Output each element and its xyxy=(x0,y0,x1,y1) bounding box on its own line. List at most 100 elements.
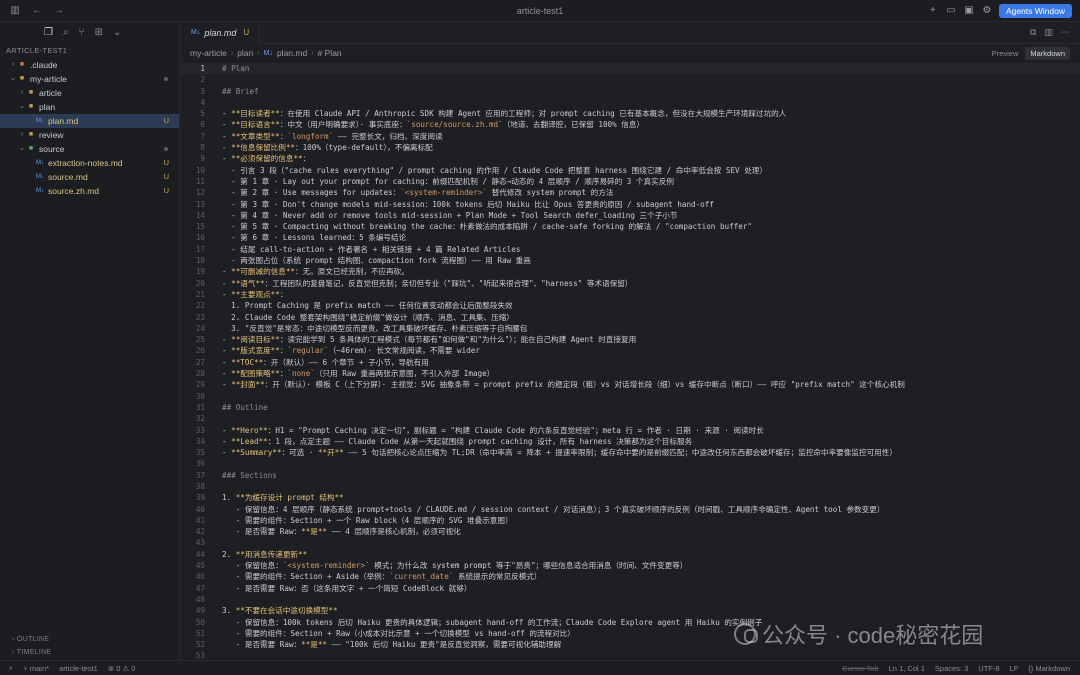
code-line[interactable]: 49 3. **不要在会话中途切换模型** xyxy=(181,605,1080,616)
code-line[interactable]: 5- **目标读者**：在使用 Claude API / Anthropic S… xyxy=(181,108,1080,119)
tree-item[interactable]: M↓ extraction-notes.md U xyxy=(0,156,179,170)
code-line[interactable]: 14 - 第 4 章 · Never add or remove tools m… xyxy=(181,210,1080,221)
code-line[interactable]: 27- **TOC**：开（默认）—— 6 个章节 + 子小节，导航有用 xyxy=(181,357,1080,368)
code-line[interactable]: 38 xyxy=(181,481,1080,492)
breadcrumb-item[interactable]: plan xyxy=(237,48,253,58)
chevron-down-icon[interactable]: ⌄ xyxy=(113,27,121,38)
tree-item[interactable]: › ■ review xyxy=(0,128,179,142)
tree-item[interactable]: M↓ plan.md U xyxy=(0,114,179,128)
code-line[interactable]: 50 - 保留信息：100k tokens 后切 Haiku 更贵的具体逻辑；s… xyxy=(181,617,1080,628)
code-line[interactable]: 4 xyxy=(181,97,1080,108)
tab-plan-md[interactable]: M↓ plan.md U xyxy=(181,21,261,44)
code-line[interactable]: 39 1. **为缓存设计 prompt 结构** xyxy=(181,492,1080,503)
code-line[interactable]: 37 ### Sections xyxy=(181,470,1080,481)
code-line[interactable]: 42 - 是否需要 Raw：**是** —— 4 层顺序是核心机制，必须可视化 xyxy=(181,526,1080,537)
layout-icon[interactable]: ▭ xyxy=(945,5,957,16)
tree-item[interactable]: M↓ source.md U xyxy=(0,170,179,184)
preview-button[interactable]: Preview xyxy=(987,47,1024,60)
code-line[interactable]: 16 - 第 6 章 · Lessons learned：5 条编号结论 xyxy=(181,232,1080,243)
code-line[interactable]: 23 2. Claude Code 整套架构围绕"稳定前缀"做设计（顺序、消息、… xyxy=(181,312,1080,323)
language-mode[interactable]: {} Markdown xyxy=(1028,664,1070,673)
code-line[interactable]: 48 xyxy=(181,594,1080,605)
code-line[interactable]: 35- **Summary**：可选 · **开** —— 5 句话把核心论点压… xyxy=(181,447,1080,458)
code-line[interactable]: 33- **Hero**：H1 = "Prompt Caching 决定一切"，… xyxy=(181,425,1080,436)
code-editor[interactable]: 1 # Plan 2 3 ## Brief 4 5- **目标读者**：在使用 Claude… xyxy=(181,63,1080,660)
extensions-icon[interactable]: ⊞ xyxy=(95,27,103,38)
breadcrumb-item[interactable]: my-article xyxy=(190,48,227,58)
tree-item[interactable]: › ■ article xyxy=(0,86,179,100)
code-line[interactable]: 8- **信息保留比例**：100%（type-default），不偏离标配 xyxy=(181,142,1080,153)
more-icon[interactable]: ⋯ xyxy=(1061,27,1070,38)
code-line[interactable]: 21- **主要观点**： xyxy=(181,289,1080,300)
code-line[interactable]: 15 - 第 5 章 · Compacting without breaking… xyxy=(181,221,1080,232)
code-line[interactable]: 34- **Lead**：1 段，点定主题 —— Claude Code 从第一… xyxy=(181,436,1080,447)
tree-item[interactable]: ⌄ ■ my-article xyxy=(0,72,179,86)
branch-status[interactable]: ⑂ main* xyxy=(23,664,49,673)
code-line[interactable]: 31 ## Outline xyxy=(181,402,1080,413)
code-line[interactable]: 1 # Plan xyxy=(181,63,1080,75)
code-line[interactable]: 24 3. "反直觉"是常态：中途切模型反而更贵、改工具集破坏缓存、朴素压缩等于… xyxy=(181,323,1080,334)
cursor-position[interactable]: Ln 1, Col 1 xyxy=(889,664,925,673)
explorer-root[interactable]: ARTICLE-TEST1 xyxy=(0,44,179,58)
panel-icon[interactable]: ▣ xyxy=(963,5,975,16)
code-line[interactable]: 45 - 保留信息：`<system-reminder>` 模式；为什么改 sy… xyxy=(181,560,1080,571)
breadcrumb-item[interactable]: plan.md xyxy=(277,48,307,58)
code-line[interactable]: 30 xyxy=(181,391,1080,402)
code-line[interactable]: 17 - 结尾 call-to-action + 作者署名 + 相关链接 + 4… xyxy=(181,244,1080,255)
code-line[interactable]: 46 - 需要的组件：Section + Aside（举例：`current_d… xyxy=(181,571,1080,582)
tree-item[interactable]: ⌄ ■ plan xyxy=(0,100,179,114)
code-line[interactable]: 6- **目标语言**：中文（用户明确要求）· 事实底座：`source/sou… xyxy=(181,119,1080,130)
code-line[interactable]: 29- **封面**：开（默认）· 模板 C（上下分屏）· 主视觉：SVG 抽象… xyxy=(181,379,1080,390)
code-line[interactable]: 43 xyxy=(181,537,1080,548)
code-line[interactable]: 3 ## Brief xyxy=(181,86,1080,97)
code-line[interactable]: 11 - 第 1 章 · Lay out your prompt for cac… xyxy=(181,176,1080,187)
code-line[interactable]: 18 - 两张图占位（系统 prompt 结构图、compaction fork… xyxy=(181,255,1080,266)
code-line[interactable]: 53 xyxy=(181,650,1080,660)
git-icon[interactable]: ⑂ xyxy=(79,27,85,38)
breadcrumb-item[interactable]: # Plan xyxy=(318,48,342,58)
back-icon[interactable]: ← xyxy=(30,5,44,16)
settings-icon[interactable]: ⚙ xyxy=(981,5,993,16)
code-line[interactable]: 28- **配图策略**：`none`（只用 Raw 重画两张示意图，不引入外部… xyxy=(181,368,1080,379)
agents-window-button[interactable]: Agents Window xyxy=(998,3,1072,18)
layout-columns-icon[interactable]: ▥ xyxy=(1044,27,1053,38)
code-line[interactable]: 10 - 引言 3 段（"cache rules everything" / p… xyxy=(181,165,1080,176)
code-line[interactable]: 7- **文章类型**：`longform` —— 完整长文，归档、深度阅读 xyxy=(181,131,1080,142)
code-line[interactable]: 36 xyxy=(181,458,1080,469)
cursor-tab-status[interactable]: Cursor Tab xyxy=(842,664,879,673)
code-line[interactable]: 41 - 需要的组件：Section + 一个 Raw block（4 层顺序的… xyxy=(181,515,1080,526)
remote-icon[interactable]: ⚡ xyxy=(8,664,13,673)
sidebar-toggle-icon[interactable]: ▥ xyxy=(8,5,22,16)
code-line[interactable]: 32 xyxy=(181,413,1080,424)
files-icon[interactable]: ❐ xyxy=(44,27,53,38)
code-line[interactable]: 13 - 第 3 章 · Don't change models mid-ses… xyxy=(181,199,1080,210)
add-icon[interactable]: + xyxy=(927,5,939,16)
code-line[interactable]: 26- **版式宽度**：`regular`（~46rem）· 长文常规阅读，不… xyxy=(181,345,1080,356)
split-editor-icon[interactable]: ⧉ xyxy=(1030,27,1036,38)
code-line[interactable]: 20- **语气**：工程团队的复盘笔记，反直觉但克制；亲切但专业（"踩坑"、"… xyxy=(181,278,1080,289)
code-line[interactable]: 19- **可删减的信息**：无。原文已经克制，不应再砍。 xyxy=(181,266,1080,277)
tree-item[interactable]: › ■ .claude xyxy=(0,58,179,72)
code-line[interactable]: 51 - 需要的组件：Section + Raw（小成本对比示意 + 一个切换模… xyxy=(181,628,1080,639)
code-line[interactable]: 25- **阅读目标**：读完能学到 5 条具体的工程模式（每节都有"如何做"和… xyxy=(181,334,1080,345)
code-line[interactable]: 40 - 保留信息：4 层顺序（静态系统 prompt+tools / CLAU… xyxy=(181,504,1080,515)
eol-status[interactable]: LF xyxy=(1010,664,1019,673)
indentation-status[interactable]: Spaces: 3 xyxy=(935,664,968,673)
workspace-status[interactable]: article-test1 xyxy=(59,664,98,673)
code-line[interactable]: 22 1. Prompt Caching 是 prefix match —— 任… xyxy=(181,300,1080,311)
tree-item[interactable]: ⌄ ■ source xyxy=(0,142,179,156)
forward-icon[interactable]: → xyxy=(52,5,66,16)
timeline-section[interactable]: › TIMELINE xyxy=(0,647,180,659)
tree-item[interactable]: M↓ source.zh.md U xyxy=(0,184,179,198)
search-icon[interactable]: ⌕ xyxy=(63,27,69,38)
code-line[interactable]: 12 - 第 2 章 · Use messages for updates：`<… xyxy=(181,187,1080,198)
code-line[interactable]: 52 - 是否需要 Raw：**是** —— "100k 后切 Haiku 更贵… xyxy=(181,639,1080,650)
code-line[interactable]: 44 2. **用消息传递更新** xyxy=(181,549,1080,560)
code-line[interactable]: 2 xyxy=(181,74,1080,85)
code-line[interactable]: 9- **必须保留的信息**： xyxy=(181,153,1080,164)
outline-section[interactable]: › OUTLINE xyxy=(0,634,180,646)
markdown-button[interactable]: Markdown xyxy=(1025,46,1070,60)
code-line[interactable]: 47 - 是否需要 Raw：否（这条用文字 + 一个简短 CodeBlock 就… xyxy=(181,583,1080,594)
problems-status[interactable]: ⊗ 0 ⚠ 0 xyxy=(108,664,136,673)
encoding-status[interactable]: UTF-8 xyxy=(978,664,999,673)
